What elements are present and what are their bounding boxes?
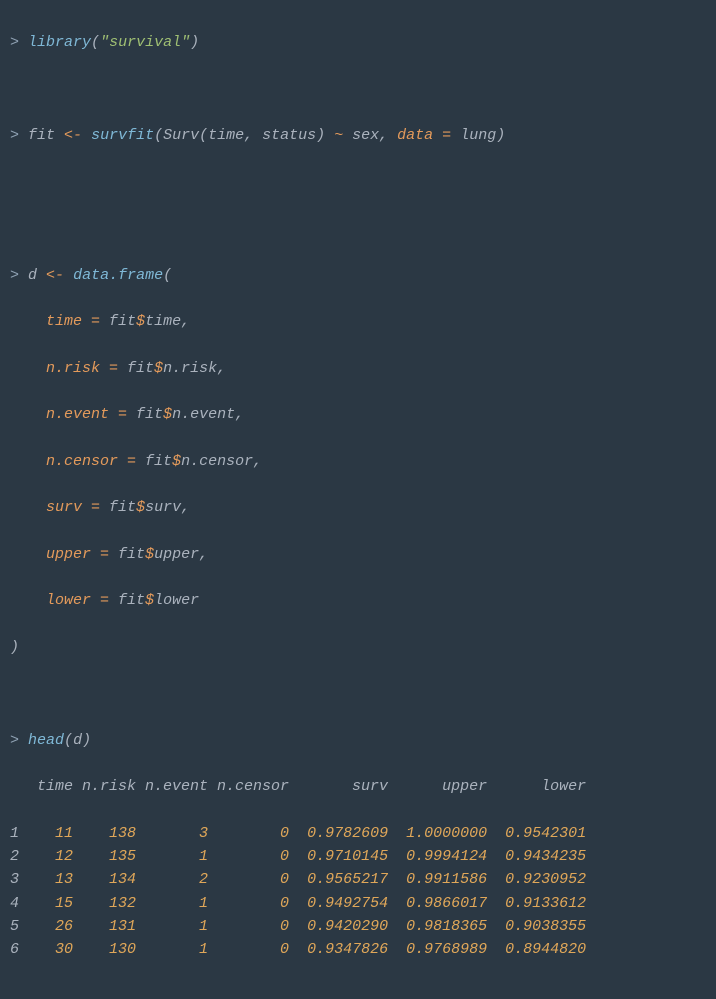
fn-survfit: survfit — [91, 127, 154, 144]
prompt: > — [10, 127, 19, 144]
blank-line — [10, 171, 706, 194]
code-line: n.censor = fit$n.censor, — [10, 450, 706, 473]
code-line: > fit <- survfit(Surv(time, status) ~ se… — [10, 124, 706, 147]
row-index: 6 — [10, 941, 19, 958]
fn-dataframe: data.frame — [73, 267, 163, 284]
blank-line — [10, 217, 706, 240]
code-line: upper = fit$upper, — [10, 543, 706, 566]
arg-nrisk: n.risk = — [46, 360, 118, 377]
row-values: 11 138 3 0 0.9782609 1.0000000 0.9542301 — [19, 825, 586, 842]
code-line: n.risk = fit$n.risk, — [10, 357, 706, 380]
table-row: 2 12 135 1 0 0.9710145 0.9994124 0.94342… — [10, 845, 706, 868]
code-line: > library("survival") — [10, 31, 706, 54]
row-values: 30 130 1 0 0.9347826 0.9768989 0.8944820 — [19, 941, 586, 958]
code-line: time = fit$time, — [10, 310, 706, 333]
table-row: 5 26 131 1 0 0.9420290 0.9818365 0.90383… — [10, 915, 706, 938]
prompt: > — [10, 267, 19, 284]
row-values: 26 131 1 0 0.9420290 0.9818365 0.9038355 — [19, 918, 586, 935]
close-paren: ) — [10, 639, 19, 656]
assign-op: <- — [64, 127, 82, 144]
arg-data: data = — [397, 127, 451, 144]
row-index: 2 — [10, 848, 19, 865]
code-line: surv = fit$surv, — [10, 496, 706, 519]
arg-time: time = — [46, 313, 100, 330]
blank-line — [10, 78, 706, 101]
row-values: 12 135 1 0 0.9710145 0.9994124 0.9434235 — [19, 848, 586, 865]
code-line: lower = fit$lower — [10, 589, 706, 612]
row-values: 15 132 1 0 0.9492754 0.9866017 0.9133612 — [19, 895, 586, 912]
tilde-op: ~ — [334, 127, 343, 144]
blank-line — [10, 682, 706, 705]
row-index: 1 — [10, 825, 19, 842]
table-body: 1 11 138 3 0 0.9782609 1.0000000 0.95423… — [10, 822, 706, 962]
arg-surv: surv = — [46, 499, 100, 516]
dollar-op: $ — [136, 313, 145, 330]
arg-ncensor: n.censor = — [46, 453, 136, 470]
row-index: 3 — [10, 871, 19, 888]
row-index: 4 — [10, 895, 19, 912]
table-header-line: time n.risk n.event n.censor surv upper … — [10, 775, 706, 798]
code-line: n.event = fit$n.event, — [10, 403, 706, 426]
code-line: ) — [10, 636, 706, 659]
arg-lower: lower = — [46, 592, 109, 609]
table-row: 1 11 138 3 0 0.9782609 1.0000000 0.95423… — [10, 822, 706, 845]
code-line: > d <- data.frame( — [10, 264, 706, 287]
table-row: 4 15 132 1 0 0.9492754 0.9866017 0.91336… — [10, 892, 706, 915]
r-console[interactable]: > library("survival") > fit <- survfit(S… — [0, 0, 716, 999]
prompt: > — [10, 732, 19, 749]
row-index: 5 — [10, 918, 19, 935]
prompt: > — [10, 34, 19, 51]
arg-upper: upper = — [46, 546, 109, 563]
fn-library: library — [28, 34, 91, 51]
code-line: > head(d) — [10, 729, 706, 752]
row-values: 13 134 2 0 0.9565217 0.9911586 0.9230952 — [19, 871, 586, 888]
table-row: 6 30 130 1 0 0.9347826 0.9768989 0.89448… — [10, 938, 706, 961]
fn-head: head — [28, 732, 64, 749]
assign-op: <- — [46, 267, 64, 284]
table-row: 3 13 134 2 0 0.9565217 0.9911586 0.92309… — [10, 868, 706, 891]
pkg-name: "survival" — [100, 34, 190, 51]
arg-nevent: n.event = — [46, 406, 127, 423]
